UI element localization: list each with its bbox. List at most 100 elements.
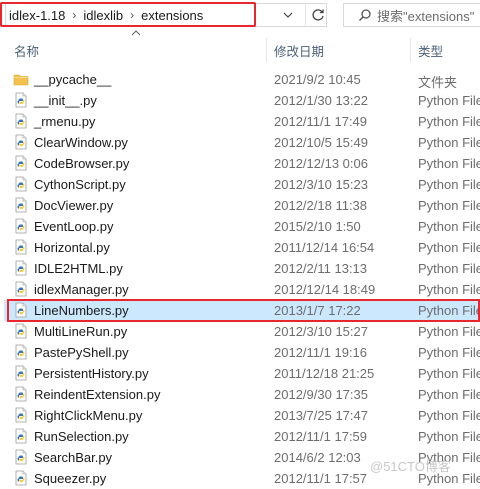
file-date: 2012/11/1 17:49 bbox=[274, 114, 368, 129]
file-type: Python File bbox=[418, 135, 480, 150]
file-row[interactable]: __init__.py 2012/1/30 13:22 Python File bbox=[4, 90, 480, 111]
file-name: PastePyShell.py bbox=[34, 345, 129, 360]
file-row[interactable]: EventLoop.py 2015/2/10 1:50 Python File bbox=[4, 216, 480, 237]
file-type: Python File bbox=[418, 387, 480, 402]
file-row[interactable]: PastePyShell.py 2012/11/1 19:16 Python Fil… bbox=[4, 342, 480, 363]
watermark: @51CTO博客 bbox=[370, 459, 451, 474]
file-date: 2012/10/5 15:49 bbox=[274, 135, 368, 150]
file-date: 2012/2/18 11:38 bbox=[274, 198, 368, 213]
file-row[interactable]: MultiLineRun.py 2012/3/10 15:27 Python Fil… bbox=[4, 321, 480, 342]
file-type: Python File bbox=[418, 240, 480, 255]
file-row[interactable]: idlexManager.py 2012/12/14 18:49 Python Fi… bbox=[4, 279, 480, 300]
file-name: CythonScript.py bbox=[34, 177, 126, 192]
python-file-icon bbox=[13, 407, 29, 423]
file-name: RunSelection.py bbox=[34, 429, 129, 444]
file-name: DocViewer.py bbox=[34, 198, 114, 213]
file-date: 2012/11/1 17:59 bbox=[274, 429, 368, 444]
file-row[interactable]: CythonScript.py 2012/3/10 15:23 Python Fil… bbox=[4, 174, 480, 195]
file-date: 2012/3/10 15:23 bbox=[274, 177, 368, 192]
file-row[interactable]: DocViewer.py 2012/2/18 11:38 Python File bbox=[4, 195, 480, 216]
file-date: 2015/2/10 1:50 bbox=[274, 219, 361, 234]
column-date-header[interactable]: 修改日期 bbox=[274, 41, 324, 60]
file-date: 2012/12/14 18:49 bbox=[274, 282, 376, 297]
file-date: 2012/12/13 0:06 bbox=[274, 156, 368, 171]
refresh-button[interactable] bbox=[305, 3, 330, 27]
file-row[interactable]: LineNumbers.py 2013/1/7 17:22 Python File bbox=[4, 299, 480, 322]
column-header: 名称 修改日期 类型 bbox=[0, 38, 480, 62]
column-name-header[interactable]: 名称 bbox=[14, 41, 39, 60]
folder-icon bbox=[13, 71, 29, 87]
file-name: __init__.py bbox=[34, 93, 97, 108]
address-toolbar: idlex-1.18 › idlexlib › extensions 搜索"ex… bbox=[0, 0, 480, 31]
file-type: Python File bbox=[418, 114, 480, 129]
file-type: Python File bbox=[418, 324, 480, 339]
file-name: __pycache__ bbox=[34, 72, 112, 87]
python-file-icon bbox=[13, 386, 29, 402]
python-file-icon bbox=[13, 92, 29, 108]
file-type: Python File bbox=[418, 282, 480, 297]
file-name: CodeBrowser.py bbox=[34, 156, 130, 171]
python-file-icon bbox=[13, 449, 29, 465]
search-input[interactable]: 搜索"extensions" bbox=[377, 6, 474, 25]
column-divider[interactable] bbox=[266, 38, 267, 62]
selected-row-highlight-box bbox=[7, 299, 480, 322]
file-type: Python File bbox=[418, 345, 480, 360]
file-name: MultiLineRun.py bbox=[34, 324, 128, 339]
file-date: 2012/11/1 19:16 bbox=[274, 345, 368, 360]
python-file-icon bbox=[13, 197, 29, 213]
file-row[interactable]: PersistentHistory.py 2011/12/18 21:25 Pyth… bbox=[4, 363, 480, 384]
file-date: 2014/6/2 12:03 bbox=[274, 450, 361, 465]
file-row[interactable]: ReindentExtension.py 2012/9/30 17:35 Pytho… bbox=[4, 384, 480, 405]
file-type: Python File bbox=[418, 261, 480, 276]
file-date: 2011/12/18 21:25 bbox=[274, 366, 375, 381]
file-row[interactable]: RightClickMenu.py 2013/7/25 17:47 Python F… bbox=[4, 405, 480, 426]
file-row[interactable]: RunSelection.py 2012/11/1 17:59 Python Fil… bbox=[4, 426, 480, 447]
file-type: 文件夹 bbox=[418, 75, 458, 90]
file-name: PersistentHistory.py bbox=[34, 366, 149, 381]
python-file-icon bbox=[13, 344, 29, 360]
file-name: EventLoop.py bbox=[34, 219, 114, 234]
file-row[interactable]: ClearWindow.py 2012/10/5 15:49 Python File bbox=[4, 132, 480, 153]
python-file-icon bbox=[13, 323, 29, 339]
file-type: Python File bbox=[418, 219, 480, 234]
file-name: SearchBar.py bbox=[34, 450, 113, 465]
file-row[interactable]: _rmenu.py 2012/11/1 17:49 Python File bbox=[4, 111, 480, 132]
search-icon bbox=[358, 9, 371, 22]
file-date: 2012/3/10 15:27 bbox=[274, 324, 368, 339]
column-type-header[interactable]: 类型 bbox=[418, 41, 443, 60]
file-date: 2012/9/30 17:35 bbox=[274, 387, 368, 402]
file-date: 2012/2/11 13:13 bbox=[274, 261, 368, 276]
chevron-down-icon bbox=[283, 12, 293, 18]
refresh-icon bbox=[312, 9, 324, 21]
python-file-icon bbox=[13, 260, 29, 276]
file-name: _rmenu.py bbox=[34, 114, 96, 129]
file-row[interactable]: IDLE2HTML.py 2012/2/11 13:13 Python File bbox=[4, 258, 480, 279]
python-file-icon bbox=[13, 155, 29, 171]
file-name: ReindentExtension.py bbox=[34, 387, 161, 402]
python-file-icon bbox=[13, 239, 29, 255]
file-type: Python File bbox=[418, 156, 480, 171]
python-file-icon bbox=[13, 281, 29, 297]
python-file-icon bbox=[13, 113, 29, 129]
file-name: IDLE2HTML.py bbox=[34, 261, 123, 276]
python-file-icon bbox=[13, 428, 29, 444]
file-row[interactable]: CodeBrowser.py 2012/12/13 0:06 Python File bbox=[4, 153, 480, 174]
column-divider[interactable] bbox=[410, 38, 411, 62]
file-date: 2021/9/2 10:45 bbox=[274, 72, 361, 87]
file-type: Python File bbox=[418, 198, 480, 213]
address-highlight-box bbox=[0, 2, 256, 27]
python-file-icon bbox=[13, 218, 29, 234]
sort-up-icon bbox=[131, 30, 141, 36]
file-row[interactable]: __pycache__ 2021/9/2 10:45 文件夹 bbox=[4, 69, 480, 90]
python-file-icon bbox=[13, 365, 29, 381]
address-dropdown-button[interactable] bbox=[277, 3, 299, 27]
file-name: RightClickMenu.py bbox=[34, 408, 143, 423]
file-name: Horizontal.py bbox=[34, 240, 110, 255]
file-type: Python File bbox=[418, 429, 480, 444]
search-box[interactable]: 搜索"extensions" bbox=[343, 3, 480, 27]
file-date: 2012/1/30 13:22 bbox=[274, 93, 368, 108]
python-file-icon bbox=[13, 134, 29, 150]
file-row[interactable]: Horizontal.py 2011/12/14 16:54 Python File bbox=[4, 237, 480, 258]
file-date: 2013/7/25 17:47 bbox=[274, 408, 368, 423]
file-name: idlexManager.py bbox=[34, 282, 129, 297]
